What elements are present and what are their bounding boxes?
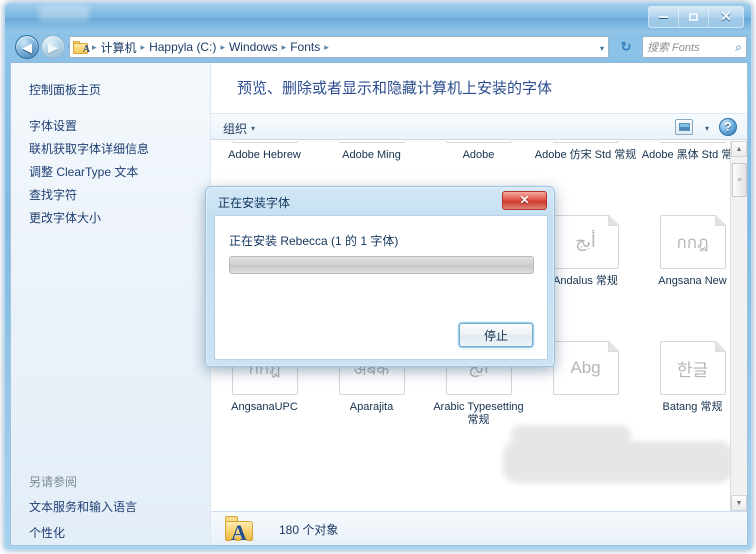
font-item[interactable]: Adobe 黑体 Std 常规 [639,141,730,215]
sidebar-item-find-character[interactable]: 查找字符 [29,186,77,203]
view-chevron-down-icon[interactable]: ▾ [705,124,709,133]
address-bar: ◀ ▶ ▾ A ▸ 计算机 ▸ Happyla (C:) ▸ Windows ▸… [5,33,751,62]
installing-fonts-dialog: 正在安装字体 ✕ 正在安装 Rebecca (1 的 1 字体) 停止 [205,186,555,367]
stop-button-label: 停止 [483,328,508,343]
sidebar-item-adjust-cleartype[interactable]: 调整 ClearType 文本 [29,163,138,180]
folder-letter: A [231,520,247,545]
breadcrumb-windows[interactable]: Windows [226,40,281,54]
address-dropdown-icon[interactable]: ▾ [600,44,604,53]
scrollbar-thumb[interactable]: ≡ [732,163,747,197]
navigation-buttons: ◀ ▶ ▾ [15,35,72,59]
sidebar-item-change-font-size[interactable]: 更改字体大小 [29,209,101,226]
font-sample: Abg [570,358,601,377]
navigation-pane: 控制面板主页 字体设置 联机获取字体详细信息 调整 ClearType 文本 查… [11,63,211,545]
font-thumbnail: أبج [552,215,619,269]
font-item[interactable]: 한글 Batang 常规 [639,341,730,467]
forward-button[interactable]: ▶ [41,35,65,59]
breadcrumb-fonts[interactable]: Fonts [287,40,323,54]
breadcrumb-computer[interactable]: 计算机 [98,39,140,56]
organize-label: 组织 [223,122,248,136]
stop-button[interactable]: 停止 [459,323,533,347]
organize-button[interactable]: 组织 ▾ [223,120,255,137]
fonts-folder-icon: A [73,40,90,55]
breadcrumb-separator: ▸ [324,41,329,52]
page-title: 预览、删除或者显示和隐藏计算机上安装的字体 [237,80,553,97]
command-toolbar: 组织 ▾ ▾ ? [211,113,747,140]
dialog-title: 正在安装字体 [218,196,291,210]
item-count-label: 180 个对象 [279,523,339,537]
search-box[interactable]: 搜索 Fonts ⌕ [642,36,747,58]
font-name: Arabic Typesetting 常规 [433,401,524,426]
status-bar: A 180 个对象 [211,511,747,545]
font-name: Batang 常规 [662,401,723,413]
install-progress-bar [229,256,534,274]
dialog-body: 正在安装 Rebecca (1 的 1 字体) 停止 [214,215,548,360]
font-name: Adobe Hebrew [228,149,301,161]
font-name: Adobe [462,149,495,161]
change-view-button[interactable] [675,119,693,135]
font-name: AngsanaUPC [231,401,298,413]
font-item[interactable]: กกฎ Angsana New [639,215,730,341]
sidebar-item-get-font-details-online[interactable]: 联机获取字体详细信息 [29,140,149,157]
font-sample: 한글 [676,360,709,380]
close-button[interactable]: ✕ [709,7,743,27]
maximize-button[interactable] [679,7,709,27]
search-input[interactable]: 搜索 Fonts [647,39,735,55]
forward-arrow-icon: ▶ [48,39,58,55]
search-icon: ⌕ [735,39,742,54]
fonts-folder-icon-large: A [225,515,255,545]
sidebar-item-personalization[interactable]: 个性化 [29,524,65,541]
font-name: Adobe 仿宋 Std 常规 [534,149,637,161]
scroll-down-button[interactable]: ▼ [731,495,747,511]
sidebar-item-font-settings[interactable]: 字体设置 [29,117,77,134]
help-button[interactable]: ? [719,118,737,136]
desktop-background: ✕ ◀ ▶ ▾ A ▸ 计算机 ▸ Happyla (C:) [0,0,756,554]
back-arrow-icon: ◀ [22,39,32,55]
font-sample: กกฎ [676,232,709,252]
dialog-message: 正在安装 Rebecca (1 的 1 字体) [229,234,399,248]
chevron-down-icon: ▾ [251,124,256,133]
refresh-button[interactable]: ↻ [617,38,635,56]
window-titlebar[interactable]: ✕ [5,3,751,33]
font-sample: أبج [575,232,596,251]
minimize-button[interactable] [649,7,679,27]
sidebar-item-text-services[interactable]: 文本服务和输入语言 [29,498,137,515]
font-thumbnail [445,141,512,143]
vertical-scrollbar[interactable]: ▲ ≡ ▼ [730,141,747,511]
sidebar-item-control-panel-home[interactable]: 控制面板主页 [29,81,101,98]
window-controls: ✕ [648,6,744,28]
font-thumbnail [338,141,416,154]
font-thumbnail: กกฎ [659,215,730,280]
close-icon: ✕ [519,193,530,207]
font-thumbnail [659,141,726,143]
scroll-up-button[interactable]: ▲ [731,141,747,157]
breadcrumb-address-box[interactable]: A ▸ 计算机 ▸ Happyla (C:) ▸ Windows ▸ Fonts… [69,36,609,58]
font-name: Adobe 黑体 Std 常规 [641,149,730,161]
dialog-close-button[interactable]: ✕ [502,191,547,210]
font-name: Aparajita [349,401,394,413]
back-button[interactable]: ◀ [15,35,39,59]
font-thumbnail [552,141,619,143]
font-name: Adobe Ming [342,149,401,161]
font-thumbnail [231,141,298,143]
breadcrumb-drive[interactable]: Happyla (C:) [146,40,219,54]
font-thumbnail: 한글 [659,341,726,395]
titlebar-glass-blob [39,5,89,21]
font-name: Angsana New [658,275,727,287]
see-also-header: 另请参阅 [29,475,78,489]
font-thumbnail: Abg [552,341,630,406]
